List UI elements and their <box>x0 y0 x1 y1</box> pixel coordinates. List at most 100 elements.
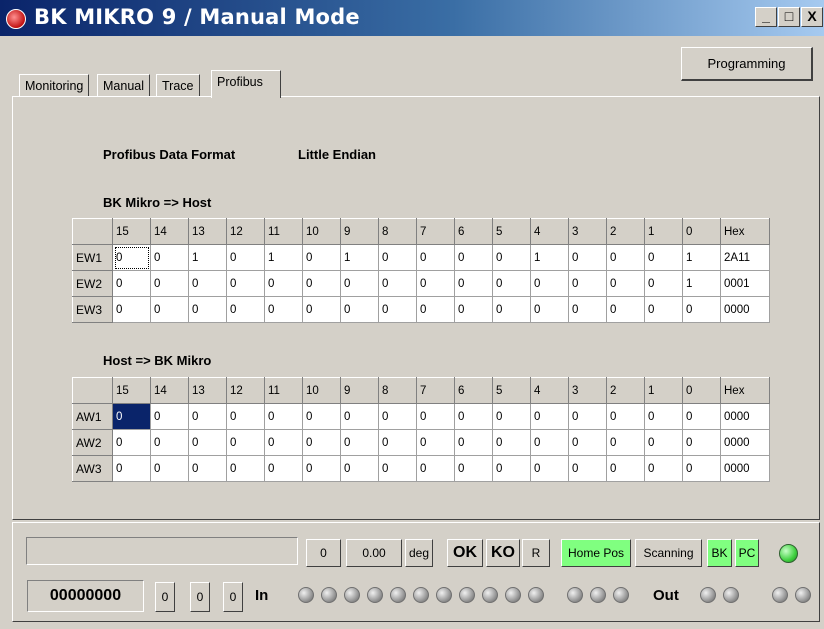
bit-cell[interactable]: 0 <box>378 429 417 456</box>
bit-cell[interactable]: 0 <box>378 455 417 482</box>
bit-cell[interactable]: 0 <box>188 429 227 456</box>
bit-cell[interactable]: 0 <box>340 429 379 456</box>
bit-cell[interactable]: 0 <box>188 296 227 323</box>
bit-cell[interactable]: 0 <box>530 296 569 323</box>
close-button[interactable]: X <box>801 7 823 27</box>
tab-trace[interactable]: Trace <box>156 74 200 97</box>
bit-cell[interactable]: 1 <box>340 244 379 271</box>
tab-manual[interactable]: Manual <box>97 74 150 97</box>
bit-cell[interactable]: 0 <box>606 270 645 297</box>
bit-cell[interactable]: 0 <box>530 429 569 456</box>
bit-cell[interactable]: 0 <box>112 296 151 323</box>
bit-cell[interactable]: 0 <box>644 403 683 430</box>
bit-cell[interactable]: 0 <box>378 403 417 430</box>
hex-cell[interactable]: 0001 <box>720 270 770 297</box>
bit-cell[interactable]: 0 <box>454 244 493 271</box>
bit-cell[interactable]: 0 <box>568 270 607 297</box>
bit-cell[interactable]: 0 <box>226 244 265 271</box>
hex-cell[interactable]: 2A11 <box>720 244 770 271</box>
bit-cell[interactable]: 0 <box>644 455 683 482</box>
bit-cell[interactable]: 0 <box>492 244 531 271</box>
bit-cell[interactable]: 0 <box>302 429 341 456</box>
bit-cell[interactable]: 0 <box>150 455 189 482</box>
bit-cell[interactable]: 0 <box>416 244 455 271</box>
bit-cell[interactable]: 0 <box>340 455 379 482</box>
bit-cell[interactable]: 0 <box>492 429 531 456</box>
bit-cell[interactable]: 0 <box>454 403 493 430</box>
bit-cell[interactable]: 0 <box>416 455 455 482</box>
bit-cell[interactable]: 0 <box>492 296 531 323</box>
bit-cell[interactable]: 0 <box>112 403 151 430</box>
bit-cell[interactable]: 0 <box>644 270 683 297</box>
bit-cell[interactable]: 0 <box>682 455 721 482</box>
bit-cell[interactable]: 0 <box>112 429 151 456</box>
bit-cell[interactable]: 0 <box>226 429 265 456</box>
bit-cell[interactable]: 0 <box>568 455 607 482</box>
bit-cell[interactable]: 0 <box>226 455 265 482</box>
bit-cell[interactable]: 0 <box>264 270 303 297</box>
bit-cell[interactable]: 1 <box>682 244 721 271</box>
bit-cell[interactable]: 0 <box>682 403 721 430</box>
bit-cell[interactable]: 0 <box>150 244 189 271</box>
bit-cell[interactable]: 0 <box>454 429 493 456</box>
bit-cell[interactable]: 1 <box>264 244 303 271</box>
bit-cell[interactable]: 0 <box>150 296 189 323</box>
bit-cell[interactable]: 0 <box>226 270 265 297</box>
bit-cell[interactable]: 0 <box>606 244 645 271</box>
bit-cell[interactable]: 0 <box>682 296 721 323</box>
bit-cell[interactable]: 0 <box>492 270 531 297</box>
bit-cell[interactable]: 0 <box>606 455 645 482</box>
bit-cell[interactable]: 0 <box>568 296 607 323</box>
bit-cell[interactable]: 0 <box>150 270 189 297</box>
bit-cell[interactable]: 1 <box>188 244 227 271</box>
bit-cell[interactable]: 0 <box>606 403 645 430</box>
bit-cell[interactable]: 0 <box>606 296 645 323</box>
bit-cell[interactable]: 0 <box>378 244 417 271</box>
bit-cell[interactable]: 0 <box>112 244 151 271</box>
bit-cell[interactable]: 0 <box>302 296 341 323</box>
bit-cell[interactable]: 0 <box>644 429 683 456</box>
tab-monitoring[interactable]: Monitoring <box>19 74 90 97</box>
bit-cell[interactable]: 0 <box>454 455 493 482</box>
bit-cell[interactable]: 0 <box>644 244 683 271</box>
programming-button[interactable]: Programming <box>681 47 813 81</box>
bit-cell[interactable]: 0 <box>340 270 379 297</box>
bit-cell[interactable]: 0 <box>568 244 607 271</box>
bit-cell[interactable]: 0 <box>416 429 455 456</box>
bit-cell[interactable]: 0 <box>568 403 607 430</box>
bit-cell[interactable]: 0 <box>568 429 607 456</box>
bit-cell[interactable]: 0 <box>188 455 227 482</box>
bit-cell[interactable]: 0 <box>378 270 417 297</box>
bit-cell[interactable]: 0 <box>302 455 341 482</box>
bit-cell[interactable]: 0 <box>530 403 569 430</box>
bit-cell[interactable]: 0 <box>492 403 531 430</box>
hex-cell[interactable]: 0000 <box>720 403 770 430</box>
bit-cell[interactable]: 0 <box>530 270 569 297</box>
bit-cell[interactable]: 0 <box>112 270 151 297</box>
hex-cell[interactable]: 0000 <box>720 455 770 482</box>
bit-cell[interactable]: 0 <box>378 296 417 323</box>
bit-cell[interactable]: 0 <box>454 296 493 323</box>
hex-cell[interactable]: 0000 <box>720 296 770 323</box>
bit-cell[interactable]: 0 <box>682 429 721 456</box>
bit-cell[interactable]: 0 <box>416 296 455 323</box>
bit-cell[interactable]: 1 <box>682 270 721 297</box>
bit-cell[interactable]: 0 <box>264 296 303 323</box>
bit-cell[interactable]: 0 <box>226 403 265 430</box>
bit-cell[interactable]: 0 <box>150 403 189 430</box>
tab-profibus[interactable]: Profibus <box>211 70 281 98</box>
bit-cell[interactable]: 1 <box>530 244 569 271</box>
bit-cell[interactable]: 0 <box>264 455 303 482</box>
bit-cell[interactable]: 0 <box>606 429 645 456</box>
maximize-button[interactable]: □ <box>778 7 800 27</box>
bit-cell[interactable]: 0 <box>150 429 189 456</box>
bit-cell[interactable]: 0 <box>112 455 151 482</box>
bit-cell[interactable]: 0 <box>302 403 341 430</box>
bit-cell[interactable]: 0 <box>302 244 341 271</box>
bit-cell[interactable]: 0 <box>416 270 455 297</box>
minimize-button[interactable]: _ <box>755 7 777 27</box>
bit-cell[interactable]: 0 <box>492 455 531 482</box>
bit-cell[interactable]: 0 <box>454 270 493 297</box>
bit-cell[interactable]: 0 <box>644 296 683 323</box>
bit-cell[interactable]: 0 <box>264 403 303 430</box>
